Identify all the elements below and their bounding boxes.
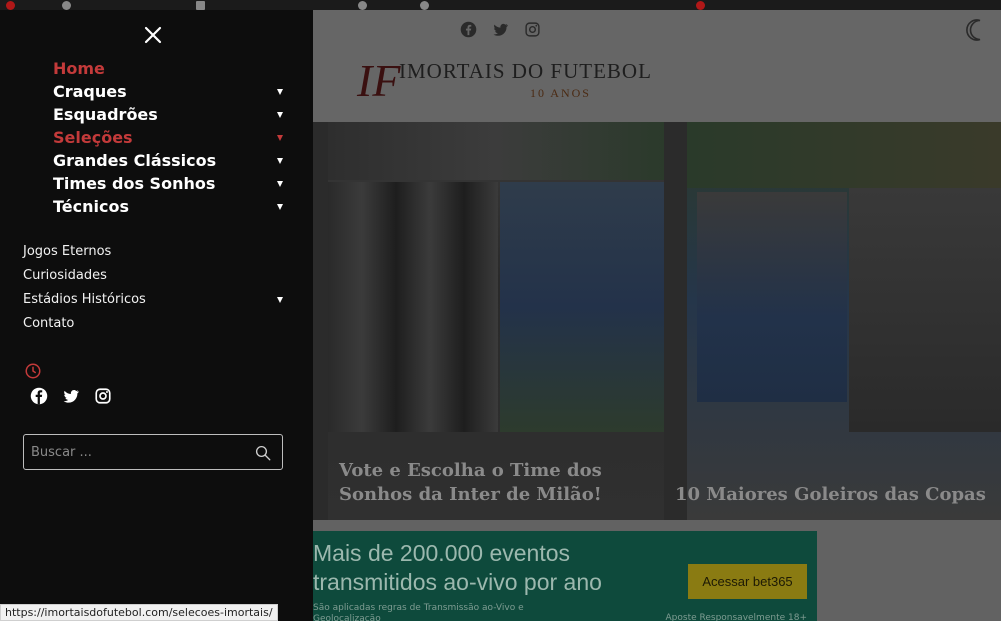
menu-item-label: Craques [53,82,127,101]
ad-headline-line: transmitidos ao-vivo por ano [313,569,602,595]
article-title-link[interactable]: 10 Maiores Goleiros das Copas [675,483,995,507]
logo-text: IMORTAIS DO FUTEBOL 10 ANOS [399,58,652,101]
menu-item-jogos-eternos[interactable]: Jogos Eternos [23,240,285,264]
twitter-icon[interactable] [62,387,80,405]
team-photo-image [328,122,664,180]
ad-cta-button[interactable]: Acessar bet365 [688,564,807,599]
search-form [23,434,283,470]
menu-item-label: Home [53,59,105,78]
tab-favicon[interactable] [6,1,15,10]
clock-icon [24,362,42,380]
logo-subtitle: 10 ANOS [529,86,591,100]
tab-favicon[interactable] [196,1,205,10]
article-title-link[interactable]: Vote e Escolha o Time dos Sonhos da Inte… [339,459,609,507]
site-logo[interactable]: IF IMORTAIS DO FUTEBOL 10 ANOS [357,58,652,108]
twitter-icon[interactable] [491,20,509,38]
menu-item-label: Times dos Sonhos [53,174,216,193]
menu-item-contato[interactable]: Contato [23,312,285,336]
dark-mode-toggle-icon[interactable] [965,18,989,42]
team-photo-image [500,182,664,432]
tab-favicon[interactable] [62,1,71,10]
menu-item-esquadroes[interactable]: Esquadrões [53,103,293,126]
logo-mark: IF [357,55,401,106]
menu-item-label: Esquadrões [53,105,158,124]
browser-viewport: IF IMORTAIS DO FUTEBOL 10 ANOS Vote e Es… [0,0,1001,621]
menu-item-label: Seleções [53,128,133,147]
drawer-social-links [30,387,112,405]
header-social-links [459,20,541,38]
tab-favicon[interactable] [358,1,367,10]
chevron-down-icon[interactable] [277,297,283,303]
close-icon[interactable] [143,25,163,45]
menu-item-selecoes[interactable]: Seleções [53,126,293,149]
menu-item-craques[interactable]: Craques [53,80,293,103]
menu-item-curiosidades[interactable]: Curiosidades [23,264,285,288]
menu-item-times-dos-sonhos[interactable]: Times dos Sonhos [53,172,293,195]
tab-favicon[interactable] [696,1,705,10]
page-content: IF IMORTAIS DO FUTEBOL 10 ANOS Vote e Es… [313,10,1001,621]
mobile-menu-drawer: Home Craques Esquadrões Seleções Grandes… [0,10,313,621]
chevron-down-icon[interactable] [277,135,283,141]
chevron-down-icon[interactable] [277,181,283,187]
goalkeeper-photo-image [687,122,1001,188]
ad-fineprint-right: Aposte Responsavelmente 18+ [665,613,808,621]
primary-menu: Home Craques Esquadrões Seleções Grandes… [53,57,293,218]
link-preview-status-bar: https://imortaisdofutebol.com/selecoes-i… [0,604,278,621]
article-card[interactable] [687,122,1001,520]
instagram-icon[interactable] [523,20,541,38]
team-photo-image [328,182,498,432]
browser-tab-strip [0,0,1001,10]
chevron-down-icon[interactable] [277,158,283,164]
featured-articles: Vote e Escolha o Time dos Sonhos da Inte… [313,122,1001,520]
logo-title: IMORTAIS DO FUTEBOL [399,59,652,83]
menu-item-label: Contato [23,316,75,331]
menu-item-label: Técnicos [53,197,129,216]
facebook-icon[interactable] [30,387,48,405]
facebook-icon[interactable] [459,20,477,38]
chevron-down-icon[interactable] [277,112,283,118]
menu-item-tecnicos[interactable]: Técnicos [53,195,293,218]
ad-fineprint: São aplicadas regras de Transmissão ao-V… [313,603,524,621]
menu-item-grandes-classicos[interactable]: Grandes Clássicos [53,149,293,172]
ad-headline: Mais de 200.000 eventos transmitidos ao-… [313,539,602,597]
tab-favicon[interactable] [420,1,429,10]
search-icon[interactable] [254,444,272,462]
secondary-menu: Jogos Eternos Curiosidades Estádios Hist… [23,240,285,336]
menu-item-label: Jogos Eternos [23,244,112,259]
ad-headline-line: Mais de 200.000 eventos [313,540,571,566]
search-input[interactable] [31,435,241,469]
chevron-down-icon[interactable] [277,204,283,210]
goalkeeper-photo-image [849,172,1001,432]
menu-item-home[interactable]: Home [53,57,293,80]
menu-item-label: Curiosidades [23,268,107,283]
instagram-icon[interactable] [94,387,112,405]
menu-item-label: Grandes Clássicos [53,151,217,170]
advertisement-banner[interactable]: Mais de 200.000 eventos transmitidos ao-… [313,531,817,621]
goalkeeper-photo-image [697,192,847,402]
chevron-down-icon[interactable] [277,89,283,95]
menu-item-label: Estádios Históricos [23,292,146,307]
site-header: IF IMORTAIS DO FUTEBOL 10 ANOS [313,10,1001,122]
menu-item-estadios-historicos[interactable]: Estádios Históricos [23,288,285,312]
